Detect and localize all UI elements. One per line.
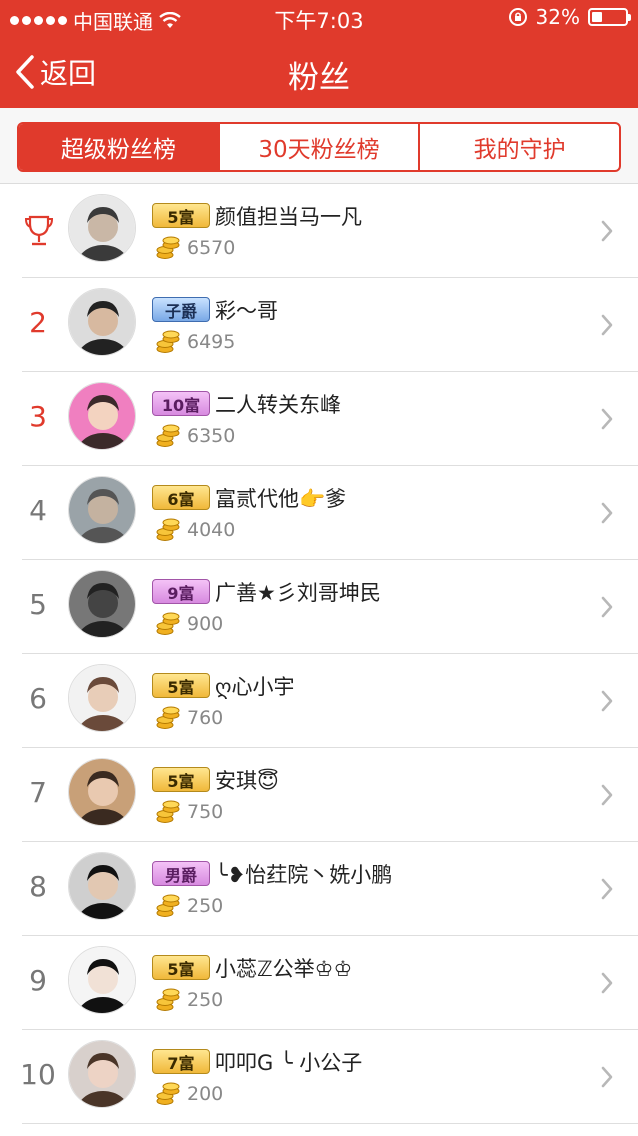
level-badge: 子爵 [152, 297, 210, 322]
fan-name: 彩～哥 [215, 299, 278, 323]
avatar[interactable] [68, 570, 136, 638]
rank-number: 6 [29, 682, 47, 715]
fan-name: 叩叩G ╰ 小公子 [215, 1051, 363, 1075]
rank-number: 8 [29, 870, 47, 903]
coins-icon [156, 424, 180, 447]
rank-number: 2 [29, 306, 47, 339]
chevron-right-icon [601, 408, 613, 430]
avatar[interactable] [68, 476, 136, 544]
rank-number: 10 [20, 1058, 56, 1091]
chevron-right-icon [601, 1066, 613, 1088]
fan-row[interactable]: 7 5富 安琪😇 750 [0, 748, 638, 842]
avatar[interactable] [68, 1040, 136, 1108]
status-bar: 中国联通 下午7:03 32% [0, 0, 638, 36]
level-badge: 6富 [152, 485, 210, 510]
level-badge: 5富 [152, 673, 210, 698]
rotation-lock-icon [508, 8, 527, 26]
fan-row[interactable]: 10 7富 叩叩G ╰ 小公子 200 [0, 1030, 638, 1124]
avatar[interactable] [68, 288, 136, 356]
avatar[interactable] [68, 194, 136, 262]
fan-name: 颜值担当马一凡 [215, 205, 362, 229]
coins-icon [156, 518, 180, 541]
fan-row[interactable]: 5 9富 广善★彡刘哥坤民 900 [0, 560, 638, 654]
fan-row[interactable]: 3 10富 二人转关东峰 6350 [0, 372, 638, 466]
rank-number: 9 [29, 964, 47, 997]
battery-icon [588, 8, 631, 26]
fan-name: 安琪😇 [215, 769, 279, 793]
segmented-control: 超级粉丝榜 30天粉丝榜 我的守护 [17, 122, 621, 172]
chevron-right-icon [601, 314, 613, 336]
battery-percent: 32% [535, 5, 580, 29]
chevron-right-icon [601, 690, 613, 712]
fan-score: 6570 [187, 237, 236, 259]
rank-number: 4 [29, 494, 47, 527]
level-badge: 10富 [152, 391, 210, 416]
fan-score: 6495 [187, 331, 236, 353]
level-badge: 5富 [152, 203, 210, 228]
chevron-right-icon [601, 972, 613, 994]
tab-bar-container: 超级粉丝榜 30天粉丝榜 我的守护 [0, 108, 638, 184]
tab-super-fans[interactable]: 超级粉丝榜 [19, 124, 218, 170]
fan-row[interactable]: 6 5富 ღ心小宇 760 [0, 654, 638, 748]
coins-icon [156, 894, 180, 917]
fan-score: 4040 [187, 519, 236, 541]
tab-30-day-fans[interactable]: 30天粉丝榜 [217, 124, 419, 170]
coins-icon [156, 800, 180, 823]
avatar[interactable] [68, 852, 136, 920]
fan-name: ღ心小宇 [215, 675, 295, 699]
coins-icon [156, 612, 180, 635]
fan-name: 二人转关东峰 [215, 393, 341, 417]
fan-name: 小蕊ℤ公举♔♔ [215, 957, 353, 981]
rank-number: 3 [29, 400, 47, 433]
nav-bar: 返回 粉丝 [0, 36, 638, 108]
fan-name: ╰❥怡荭院丶姺小鹏 [215, 863, 393, 887]
avatar[interactable] [68, 946, 136, 1014]
avatar[interactable] [68, 664, 136, 732]
rank-number: 5 [29, 588, 47, 621]
level-badge: 7富 [152, 1049, 210, 1074]
level-badge: 5富 [152, 767, 210, 792]
fan-score: 250 [187, 989, 224, 1011]
chevron-right-icon [601, 596, 613, 618]
chevron-right-icon [601, 502, 613, 524]
coins-icon [156, 1082, 180, 1105]
fan-score: 250 [187, 895, 224, 917]
coins-icon [156, 988, 180, 1011]
trophy-icon [24, 215, 54, 246]
fan-row[interactable]: 2 子爵 彩～哥 6495 [0, 278, 638, 372]
level-badge: 5富 [152, 955, 210, 980]
fan-score: 6350 [187, 425, 236, 447]
chevron-right-icon [601, 220, 613, 242]
fan-score: 900 [187, 613, 224, 635]
fan-score: 200 [187, 1083, 224, 1105]
fan-name: 富贰代他👉爹 [215, 487, 347, 511]
rank-number: 7 [29, 776, 47, 809]
fan-score: 750 [187, 801, 224, 823]
chevron-right-icon [601, 784, 613, 806]
avatar[interactable] [68, 382, 136, 450]
avatar[interactable] [68, 758, 136, 826]
fan-list: 5富 颜值担当马一凡 6570 2 子爵 彩～哥 6495 3 10富 二人转关东峰 6350 4 6富… [0, 184, 638, 1124]
fan-row[interactable]: 5富 颜值担当马一凡 6570 [0, 184, 638, 278]
coins-icon [156, 330, 180, 353]
coins-icon [156, 236, 180, 259]
fan-row[interactable]: 4 6富 富贰代他👉爹 4040 [0, 466, 638, 560]
page-title: 粉丝 [288, 60, 350, 96]
status-bar-right: 32% [508, 5, 631, 29]
fan-row[interactable]: 8 男爵 ╰❥怡荭院丶姺小鹏 250 [0, 842, 638, 936]
level-badge: 男爵 [152, 861, 210, 886]
coins-icon [156, 706, 180, 729]
fan-score: 760 [187, 707, 224, 729]
fan-name: 广善★彡刘哥坤民 [215, 581, 381, 605]
level-badge: 9富 [152, 579, 210, 604]
battery-level [592, 12, 603, 22]
chevron-right-icon [601, 878, 613, 900]
tab-my-guardians[interactable]: 我的守护 [418, 124, 619, 170]
fan-row[interactable]: 9 5富 小蕊ℤ公举♔♔ 250 [0, 936, 638, 1030]
